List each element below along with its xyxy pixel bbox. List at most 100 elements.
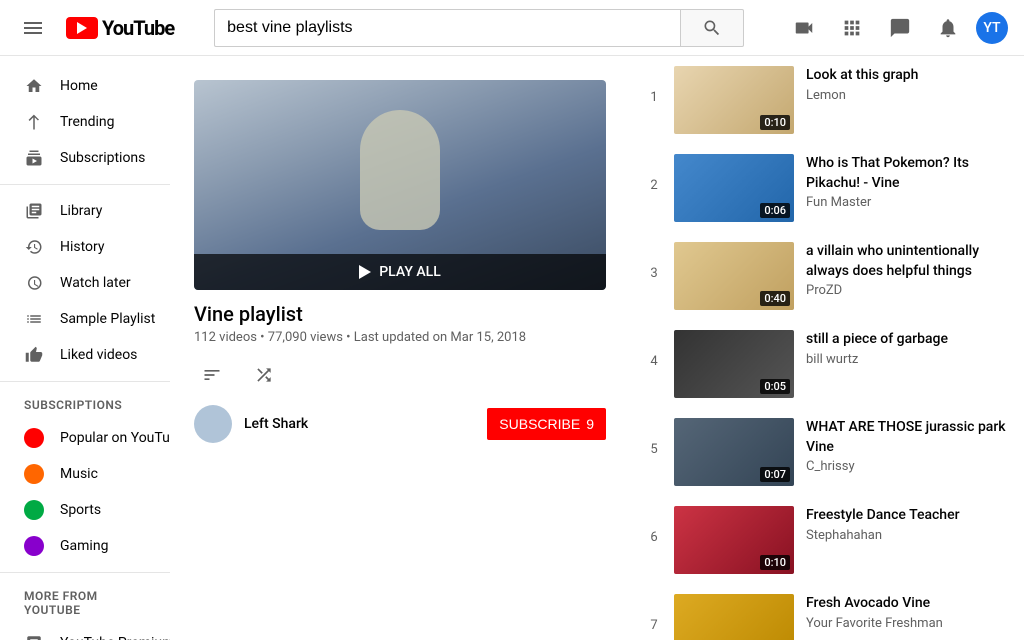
sidebar-item-liked-videos[interactable]: Liked videos xyxy=(0,337,170,373)
video-channel: Stephahahan xyxy=(806,528,1008,543)
video-item[interactable]: 3 0:40 a villain who unintentionally alw… xyxy=(646,232,1008,320)
shuffle-icon xyxy=(254,365,274,385)
video-item[interactable]: 4 0:05 still a piece of garbage bill wur… xyxy=(646,320,1008,408)
hamburger-button[interactable] xyxy=(16,11,50,45)
video-info: WHAT ARE THOSE jurassic park Vine C_hris… xyxy=(806,418,1008,474)
playlist-title: Vine playlist xyxy=(194,302,606,326)
sidebar-item-youtube-premium[interactable]: YouTube Premium xyxy=(0,625,170,640)
video-info: Who is That Pokemon? Its Pikachu! - Vine… xyxy=(806,154,1008,210)
sidebar-label-subscriptions: Subscriptions xyxy=(60,150,145,166)
sidebar-label-sample-playlist: Sample Playlist xyxy=(60,311,155,327)
playlist-actions xyxy=(194,357,606,393)
playlist-meta: 112 videos • 77,090 views • Last updated… xyxy=(194,330,606,345)
main-content: PLAY ALL Vine playlist 112 videos • 77,0… xyxy=(170,56,1024,640)
playlist-icon xyxy=(24,309,44,329)
video-title: Freestyle Dance Teacher xyxy=(806,506,1008,526)
play-icon xyxy=(359,265,371,279)
sidebar-label-music: Music xyxy=(60,466,98,482)
sidebar-item-watch-later[interactable]: Watch later xyxy=(0,265,170,301)
video-thumbnail: 0:06 xyxy=(674,154,794,222)
sports-icon xyxy=(24,500,44,520)
video-channel: Your Favorite Freshman xyxy=(806,616,1008,631)
watch-later-icon xyxy=(24,273,44,293)
logo-text: YouTube xyxy=(102,16,174,40)
home-icon xyxy=(24,76,44,96)
video-item[interactable]: 7 0:07 Fresh Avocado Vine Your Favorite … xyxy=(646,584,1008,640)
sidebar-item-sample-playlist[interactable]: Sample Playlist xyxy=(0,301,170,337)
header-icons: YT xyxy=(784,8,1008,48)
video-duration: 0:05 xyxy=(760,379,790,394)
search-icon xyxy=(702,18,722,38)
video-number: 6 xyxy=(646,506,662,545)
sidebar-item-library[interactable]: Library xyxy=(0,193,170,229)
shuffle-button[interactable] xyxy=(246,357,282,393)
play-all-label: PLAY ALL xyxy=(379,264,441,280)
video-title: Fresh Avocado Vine xyxy=(806,594,1008,614)
search-button[interactable] xyxy=(680,9,744,47)
video-duration: 0:10 xyxy=(760,115,790,130)
video-items-container: 1 0:10 Look at this graph Lemon 2 0:06 W… xyxy=(646,56,1008,640)
apps-grid-button[interactable] xyxy=(832,8,872,48)
sort-icon xyxy=(202,365,222,385)
header-left: YouTube xyxy=(16,11,174,45)
video-camera-icon xyxy=(793,17,815,39)
video-item[interactable]: 6 0:10 Freestyle Dance Teacher Stephahah… xyxy=(646,496,1008,584)
video-number: 5 xyxy=(646,418,662,457)
video-number: 2 xyxy=(646,154,662,193)
channel-name: Left Shark xyxy=(244,416,308,432)
channel-avatar[interactable] xyxy=(194,405,232,443)
video-thumbnail: 0:10 xyxy=(674,506,794,574)
video-duration: 0:07 xyxy=(760,467,790,482)
sidebar-item-gaming[interactable]: Gaming xyxy=(0,528,170,564)
subscribe-button[interactable]: SUBSCRIBE 9 xyxy=(487,408,606,440)
chat-icon xyxy=(889,17,911,39)
sort-button[interactable] xyxy=(194,357,230,393)
sidebar-item-home[interactable]: Home xyxy=(0,68,170,104)
video-thumbnail: 0:07 xyxy=(674,594,794,640)
sidebar-item-sports[interactable]: Sports xyxy=(0,492,170,528)
sidebar-item-trending[interactable]: Trending xyxy=(0,104,170,140)
logo[interactable]: YouTube xyxy=(66,16,174,40)
video-info: still a piece of garbage bill wurtz xyxy=(806,330,1008,367)
sidebar-item-subscriptions[interactable]: Subscriptions xyxy=(0,140,170,176)
video-item[interactable]: 5 0:07 WHAT ARE THOSE jurassic park Vine… xyxy=(646,408,1008,496)
video-item[interactable]: 1 0:10 Look at this graph Lemon xyxy=(646,56,1008,144)
sidebar-label-home: Home xyxy=(60,78,98,94)
channel-row: Left Shark SUBSCRIBE 9 xyxy=(194,405,606,443)
gaming-icon xyxy=(24,536,44,556)
video-title: still a piece of garbage xyxy=(806,330,1008,350)
video-channel: Fun Master xyxy=(806,195,1008,210)
search-input[interactable] xyxy=(214,9,680,47)
sidebar-item-history[interactable]: History xyxy=(0,229,170,265)
sidebar-label-sports: Sports xyxy=(60,502,101,518)
youtube-logo-icon xyxy=(66,17,98,39)
subscribe-label: SUBSCRIBE xyxy=(499,416,580,432)
video-camera-button[interactable] xyxy=(784,8,824,48)
playlist-panel: PLAY ALL Vine playlist 112 videos • 77,0… xyxy=(170,56,630,640)
layout: Home Trending Subscriptions Library His xyxy=(0,56,1024,640)
playlist-thumbnail[interactable]: PLAY ALL xyxy=(194,80,606,290)
subscriber-count: 9 xyxy=(586,416,594,432)
video-thumbnail: 0:40 xyxy=(674,242,794,310)
popular-icon xyxy=(24,428,44,448)
play-all-button[interactable]: PLAY ALL xyxy=(194,254,606,290)
bell-button[interactable] xyxy=(928,8,968,48)
sidebar-label-popular: Popular on YouTu... xyxy=(60,430,170,446)
avatar[interactable]: YT xyxy=(976,12,1008,44)
video-number: 1 xyxy=(646,66,662,105)
video-duration: 0:06 xyxy=(760,203,790,218)
sidebar-label-watch-later: Watch later xyxy=(60,275,131,291)
sidebar-item-music[interactable]: Music xyxy=(0,456,170,492)
trending-icon xyxy=(24,112,44,132)
video-channel: C_hrissy xyxy=(806,459,1008,474)
video-info: Freestyle Dance Teacher Stephahahan xyxy=(806,506,1008,543)
search-bar xyxy=(214,9,744,47)
video-number: 7 xyxy=(646,594,662,633)
sidebar-label-history: History xyxy=(60,239,105,255)
sidebar-label-liked-videos: Liked videos xyxy=(60,347,137,363)
chat-button[interactable] xyxy=(880,8,920,48)
sidebar-item-popular[interactable]: Popular on YouTu... xyxy=(0,420,170,456)
video-item[interactable]: 2 0:06 Who is That Pokemon? Its Pikachu!… xyxy=(646,144,1008,232)
video-info: Look at this graph Lemon xyxy=(806,66,1008,103)
music-icon xyxy=(24,464,44,484)
